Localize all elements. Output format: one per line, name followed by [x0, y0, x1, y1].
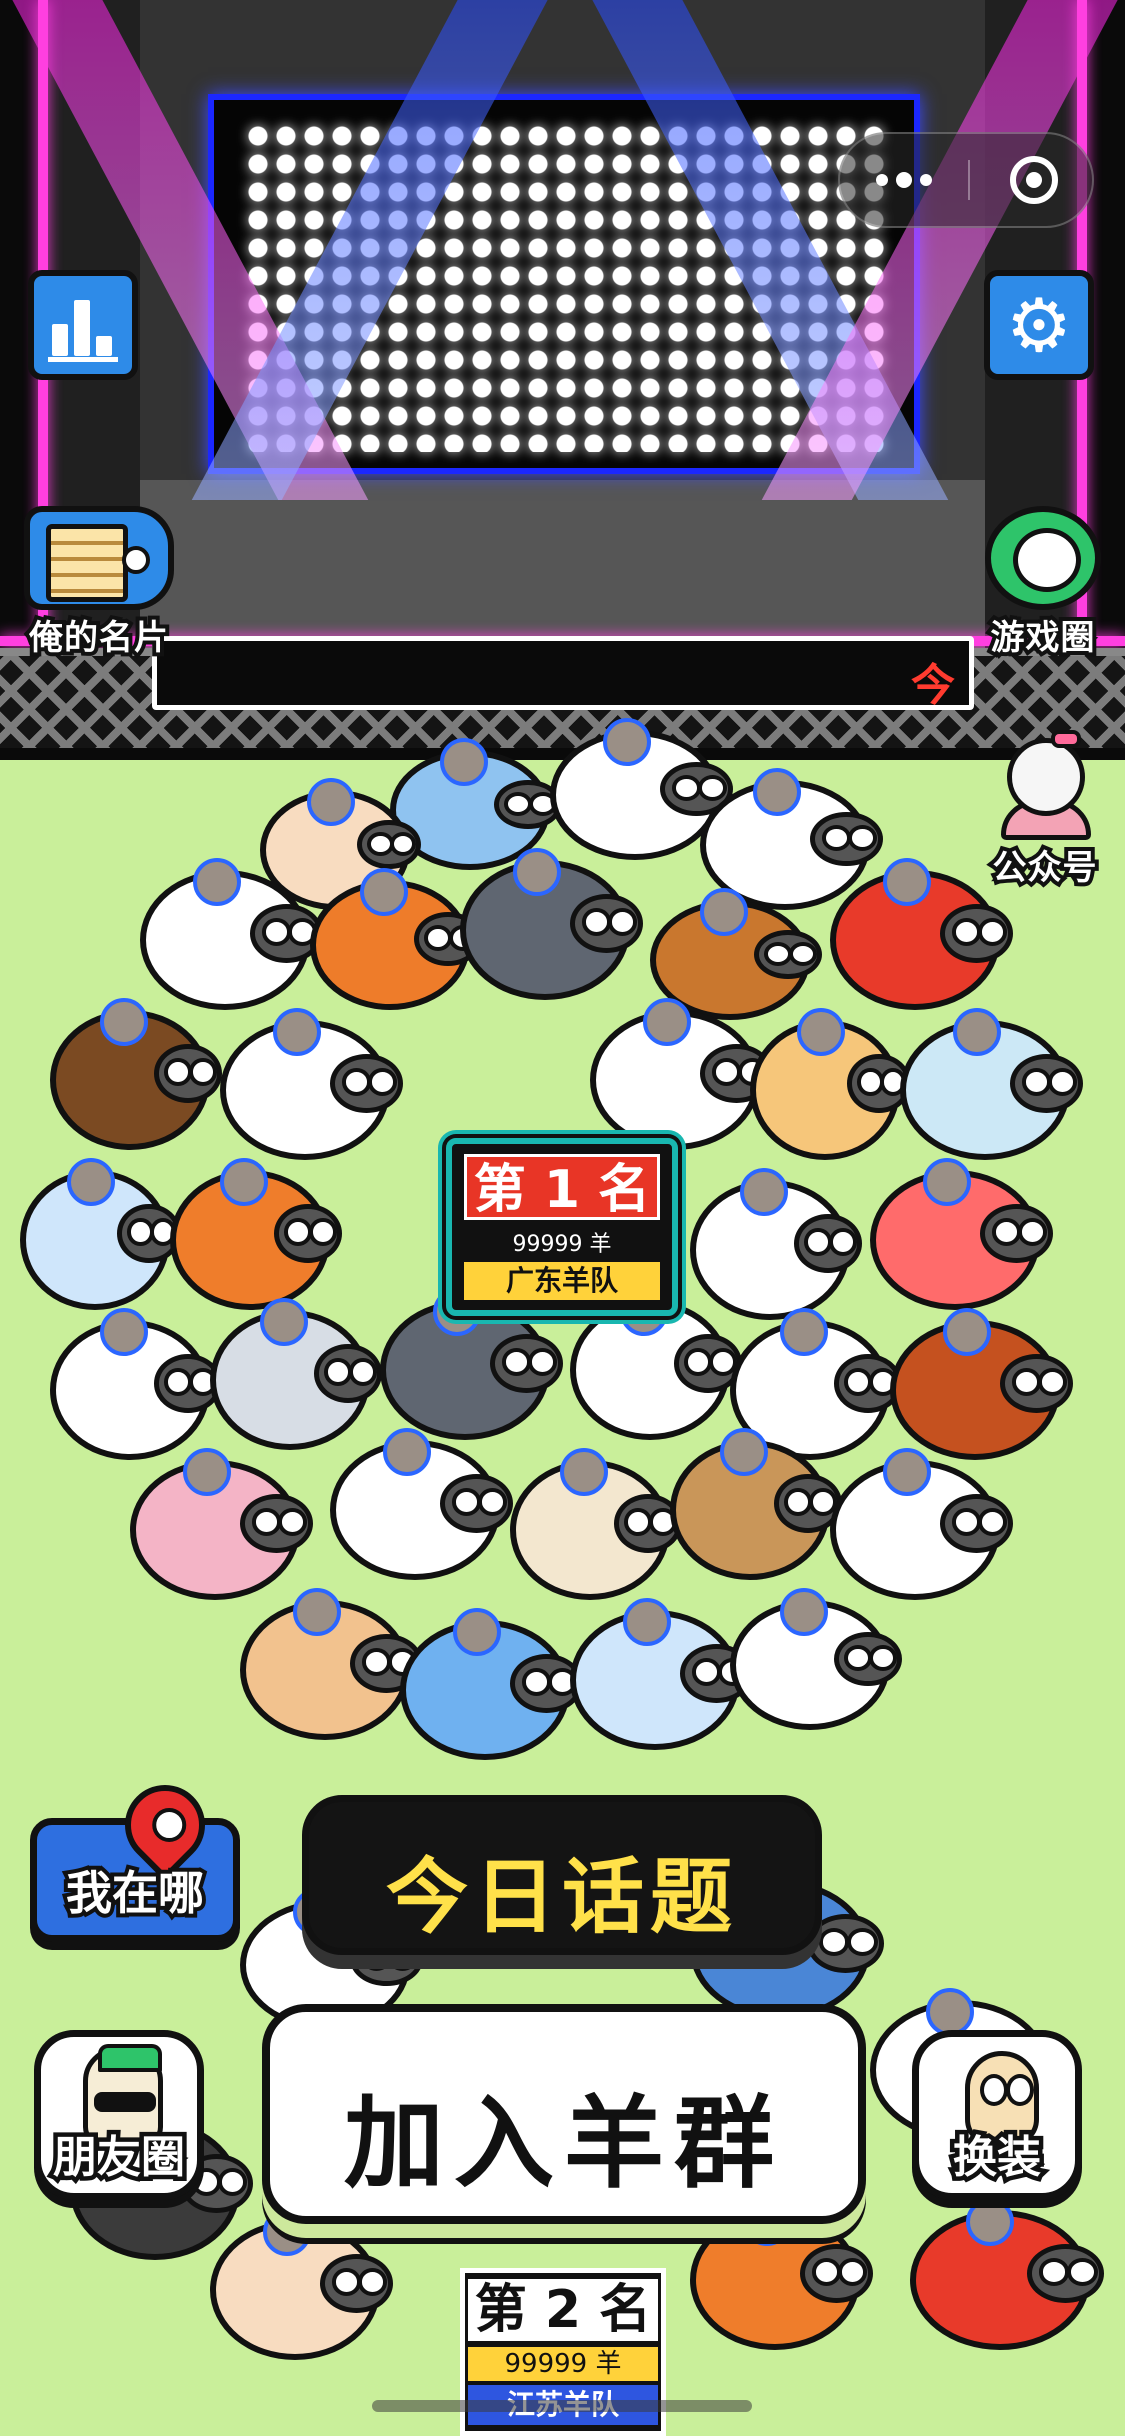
sheep-character	[50, 998, 222, 1150]
my-card-button[interactable]: 俺的名片	[14, 506, 184, 662]
friends-circle-button[interactable]: 朋友圈	[34, 2030, 204, 2200]
sheep-character	[870, 1158, 1053, 1310]
sheep-character	[730, 1588, 902, 1730]
sheep-character	[210, 1298, 382, 1450]
sheep-character	[900, 1008, 1083, 1160]
sheep-character	[690, 1168, 862, 1320]
sheep-character	[830, 858, 1013, 1010]
sheep-character	[210, 2208, 393, 2360]
where-am-i-button[interactable]: 我在哪	[30, 1768, 240, 1942]
sheep-character	[400, 1608, 583, 1760]
news-ticker[interactable]: 今	[152, 636, 974, 711]
leaderboard-button[interactable]	[28, 270, 138, 380]
my-card-label: 俺的名片	[25, 614, 172, 662]
sheep-character	[570, 1288, 742, 1440]
stage-floor	[140, 480, 985, 650]
todays-topic-label: 今日话题	[385, 1850, 738, 1945]
sheep-character	[140, 858, 323, 1010]
sheep-character	[20, 1158, 181, 1310]
first-place-team: 广东羊队	[464, 1262, 660, 1300]
sheep-character	[50, 1308, 222, 1460]
miniprogram-capsule	[838, 132, 1094, 228]
settings-button[interactable]: ⚙	[984, 270, 1094, 380]
outfit-button[interactable]: 换装	[912, 2030, 1082, 2200]
sheep-character	[670, 1428, 842, 1580]
capsule-divider	[968, 160, 970, 200]
sheep-character	[170, 1158, 342, 1310]
sheep-character	[330, 1428, 513, 1580]
outfit-label: 换装	[949, 2128, 1046, 2188]
bar-chart-icon	[48, 298, 118, 362]
game-circle-button[interactable]: 游戏圈	[976, 506, 1110, 662]
sheep-character	[310, 868, 482, 1010]
sheep-character	[690, 2198, 873, 2350]
sheep-character	[590, 998, 773, 1150]
gear-icon: ⚙	[1005, 283, 1073, 369]
official-account-label: 公众号	[989, 844, 1101, 892]
sheep-character	[460, 848, 643, 1000]
second-place-score: 99999 羊	[468, 2347, 658, 2381]
todays-topic-button[interactable]: 今日话题	[302, 1795, 822, 1955]
sheep-character	[910, 2198, 1105, 2350]
game-circle-label: 游戏圈	[987, 614, 1099, 662]
sheep-character	[220, 1008, 403, 1160]
first-place-plaque[interactable]: 第 1 名 99999 羊 广东羊队	[446, 1138, 678, 1316]
sheep-character	[130, 1448, 313, 1600]
sheep-character	[380, 1288, 563, 1440]
first-place-rank: 第 1 名	[464, 1154, 660, 1220]
sheep-mascot-icon	[997, 730, 1093, 840]
second-place-rank: 第 2 名	[468, 2279, 658, 2341]
game-circle-icon	[985, 506, 1101, 610]
first-place-score: 99999 羊	[512, 1232, 612, 1257]
join-flock-button[interactable]: 加入羊群	[262, 2004, 866, 2224]
sheep-character	[830, 1448, 1013, 1600]
ticker-text: 今	[911, 660, 955, 711]
home-indicator[interactable]	[372, 2400, 752, 2412]
friends-circle-label: 朋友圈	[49, 2128, 190, 2188]
sheep-character	[890, 1308, 1073, 1460]
sheep-character	[550, 718, 733, 860]
more-dots-icon[interactable]	[840, 134, 968, 226]
join-flock-label: 加入羊群	[344, 2085, 784, 2202]
sheep-character	[240, 1588, 423, 1740]
where-am-i-label: 我在哪	[62, 1862, 208, 1924]
sheep-character	[510, 1448, 682, 1600]
sheep-character	[570, 1598, 753, 1750]
sheep-character	[750, 1008, 911, 1160]
name-card-icon	[24, 506, 174, 610]
official-account-button[interactable]: 公众号	[978, 730, 1112, 892]
record-circle-icon[interactable]	[1010, 156, 1058, 204]
